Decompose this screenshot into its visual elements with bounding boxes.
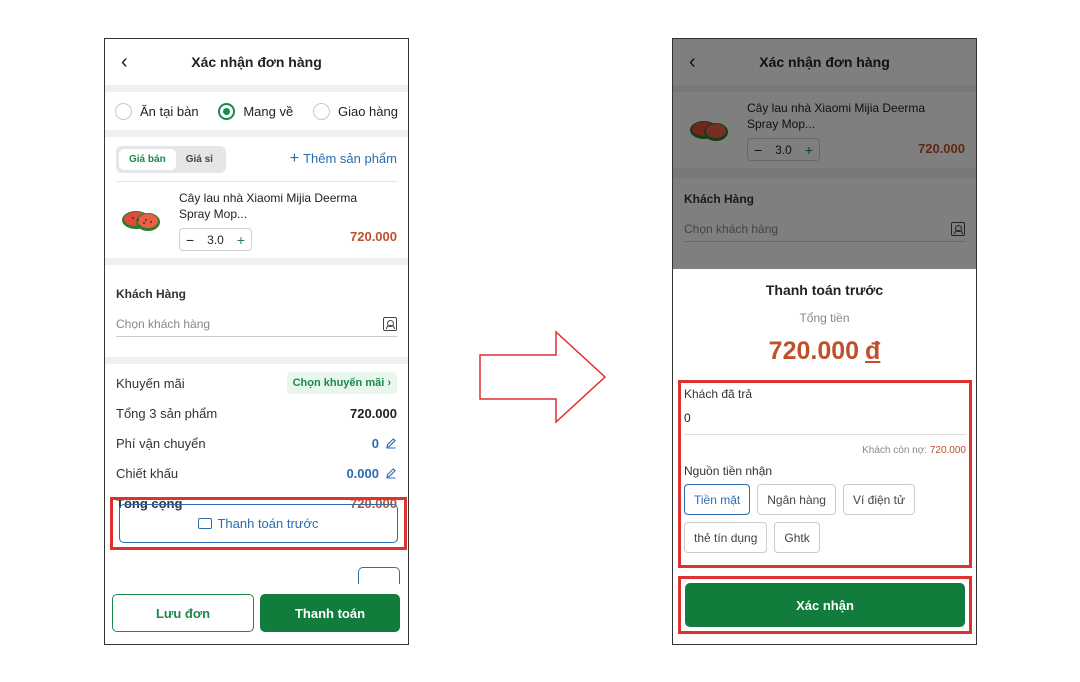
- source-ewallet[interactable]: Ví điện tử: [842, 484, 916, 515]
- order-type-delivery[interactable]: Giao hàng: [312, 102, 398, 120]
- prepay-button[interactable]: Thanh toán trước: [119, 504, 398, 543]
- source-cash[interactable]: Tiền mặt: [684, 484, 751, 515]
- customer-select[interactable]: Chọn khách hàng: [116, 311, 397, 337]
- quantity-stepper[interactable]: − 3.0 +: [179, 228, 252, 251]
- product-image: [116, 194, 164, 242]
- sheet-subtitle: Tổng tiền: [799, 311, 850, 325]
- discount-label: Chiết khấu: [116, 465, 179, 481]
- pencil-icon[interactable]: [385, 467, 397, 479]
- choose-promo-button[interactable]: Chọn khuyến mãi ›: [286, 372, 397, 394]
- product-price: 720.000: [350, 229, 397, 244]
- contact-book-icon[interactable]: [383, 316, 397, 331]
- checkout-button[interactable]: Thanh toán: [260, 594, 400, 632]
- customer-placeholder: Chọn khách hàng: [116, 316, 211, 331]
- prepay-bottom-sheet: Thanh toán trước Tổng tiền 720.000 đ Khác…: [673, 269, 976, 644]
- paid-label: Khách đã trả: [684, 387, 753, 401]
- price-row: Giá bán Giá sỉ + Thêm sản phẩm: [105, 137, 408, 181]
- debt-value: 720.000: [929, 445, 966, 456]
- order-confirm-screen: ‹ Xác nhận đơn hàng Ăn tại bàn Mang về G…: [104, 38, 409, 645]
- shipping-value: 0: [371, 435, 379, 451]
- debt-label: Khách còn nợ:: [862, 445, 928, 456]
- shipping-row: Phí vận chuyển 0: [105, 428, 408, 458]
- amount-value: 720.000: [768, 337, 860, 365]
- radio-icon: [312, 102, 330, 120]
- shipping-label: Phí vận chuyển: [116, 435, 206, 451]
- modal-backdrop[interactable]: [673, 39, 976, 269]
- total-amount: 720.000 đ: [673, 337, 976, 366]
- order-type-takeaway[interactable]: Mang về: [218, 102, 294, 120]
- confirm-button[interactable]: Xác nhận: [685, 583, 965, 627]
- discount-value: 0.000: [346, 465, 379, 481]
- highlight-box: Khách đã trả 0 Khách còn nợ: 720.000 Ngu…: [678, 380, 972, 568]
- discount-edit[interactable]: 0.000: [346, 466, 397, 481]
- minus-icon[interactable]: −: [186, 232, 194, 248]
- order-type-label: Mang về: [243, 103, 294, 119]
- save-order-button[interactable]: Lưu đơn: [112, 594, 254, 632]
- tab-wholesale-price[interactable]: Giá sỉ: [176, 149, 223, 170]
- header: ‹ Xác nhận đơn hàng: [105, 39, 408, 85]
- page-title: Xác nhận đơn hàng: [191, 54, 322, 70]
- promo-label: Khuyến mãi: [116, 375, 185, 391]
- wallet-icon: [198, 518, 213, 529]
- footer-actions: Lưu đơn Thanh toán: [105, 584, 408, 644]
- product-name: Cây lau nhà Xiaomi Mijia Deerma: [179, 191, 358, 205]
- highlight-box: Thanh toán trước: [110, 497, 407, 550]
- back-icon[interactable]: ‹: [121, 52, 128, 72]
- customer-section-title: Khách Hàng: [116, 287, 187, 301]
- subtotal-row: Tổng 3 sản phẩm 720.000: [105, 398, 408, 428]
- subtotal-value: 720.000: [350, 405, 397, 421]
- price-type-toggle: Giá bán Giá sỉ: [116, 145, 226, 173]
- subtotal-label: Tổng 3 sản phẩm: [116, 405, 218, 421]
- source-credit-card[interactable]: thẻ tín dụng: [684, 522, 768, 553]
- payment-source-options: Tiền mặt Ngân hàng Ví điện tử thẻ tín dụ…: [684, 484, 966, 553]
- prepay-label: Thanh toán trước: [217, 516, 319, 531]
- source-ghtk[interactable]: Ghtk: [774, 522, 820, 553]
- product-name-cont: Spray Mop...: [179, 207, 248, 221]
- sheet-title: Thanh toán trước: [765, 282, 884, 298]
- order-type-dine-in[interactable]: Ăn tại bàn: [115, 102, 199, 120]
- source-bank[interactable]: Ngân hàng: [757, 484, 836, 515]
- radio-icon: [115, 102, 132, 120]
- quantity-value: 3.0: [207, 232, 224, 247]
- product-item: Cây lau nhà Xiaomi Mijia Deerma Spray Mo…: [105, 182, 408, 256]
- order-type-label: Giao hàng: [337, 103, 398, 119]
- order-type-group: Ăn tại bàn Mang về Giao hàng: [105, 92, 408, 130]
- promo-row: Khuyến mãi Chọn khuyến mãi ›: [105, 368, 408, 398]
- arrow-right-icon: [479, 330, 607, 424]
- currency-symbol: đ: [865, 337, 881, 365]
- plus-icon[interactable]: +: [237, 232, 245, 248]
- pencil-icon[interactable]: [385, 437, 397, 449]
- tab-retail-price[interactable]: Giá bán: [119, 148, 176, 170]
- plus-icon: +: [289, 150, 300, 167]
- highlight-box: Xác nhận: [678, 576, 972, 634]
- paid-amount-input[interactable]: 0: [684, 411, 966, 435]
- order-type-label: Ăn tại bàn: [140, 103, 199, 119]
- discount-row: Chiết khấu 0.000: [105, 458, 408, 488]
- add-product-button[interactable]: + Thêm sản phẩm: [290, 150, 397, 168]
- prepay-screen: ‹ Xác nhận đơn hàng Cây lau nhà Xiaomi M…: [672, 38, 977, 645]
- add-product-label: Thêm sản phẩm: [303, 151, 397, 166]
- radio-selected-icon: [218, 102, 236, 120]
- payment-source-label: Nguồn tiền nhận: [684, 464, 773, 478]
- shipping-edit[interactable]: 0: [372, 436, 397, 451]
- remaining-debt: Khách còn nợ: 720.000: [684, 445, 966, 456]
